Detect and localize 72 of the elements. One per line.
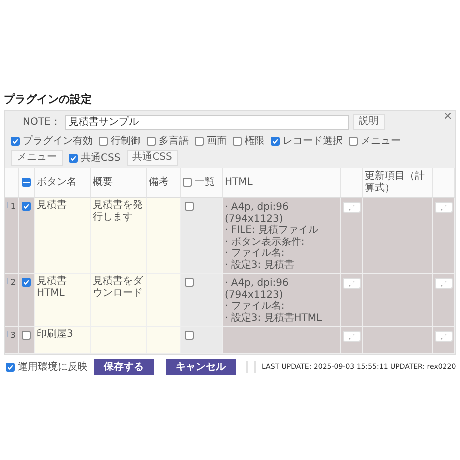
drag-handle-icon[interactable] bbox=[7, 331, 8, 337]
row-checkbox[interactable] bbox=[22, 331, 31, 340]
html-line: · 設定3: 見積書HTML bbox=[225, 312, 324, 324]
checkbox[interactable] bbox=[11, 136, 20, 146]
list-header-checkbox[interactable] bbox=[183, 178, 192, 187]
note-label: NOTE： bbox=[23, 116, 61, 129]
option-label: 共通CSS bbox=[81, 152, 121, 165]
html-line: · FILE: 見積ファイル bbox=[225, 225, 320, 236]
pencil-icon bbox=[348, 204, 354, 210]
html-line: · A4p, dpi:96 (794x1123) bbox=[225, 202, 290, 224]
checkbox[interactable] bbox=[69, 154, 78, 162]
option-label: プラグイン有効 bbox=[23, 134, 93, 148]
list-checkbox[interactable] bbox=[185, 202, 194, 211]
edit-button[interactable] bbox=[342, 331, 360, 342]
html-line: · ファイル名: bbox=[225, 248, 286, 260]
column-header: ボタン名 bbox=[35, 168, 91, 198]
option-label: 画面 bbox=[207, 135, 227, 148]
close-icon[interactable] bbox=[445, 113, 451, 119]
checkbox[interactable] bbox=[271, 136, 280, 146]
pencil-icon bbox=[440, 280, 446, 286]
table-cell: 見積書を発行します bbox=[91, 198, 147, 274]
option-button[interactable]: メニュー bbox=[11, 150, 63, 166]
checkbox[interactable] bbox=[195, 136, 204, 146]
row-number: 3 bbox=[10, 331, 16, 340]
page-title: プラグインの設定 bbox=[4, 92, 92, 107]
column-header: 備考 bbox=[147, 168, 181, 198]
drag-handle-icon[interactable] bbox=[7, 202, 8, 208]
edit-button[interactable] bbox=[342, 202, 360, 213]
edit-button[interactable] bbox=[342, 278, 360, 289]
html-line: · ボタン表示条件: bbox=[225, 236, 306, 248]
save-button[interactable]: 保存する bbox=[94, 359, 154, 375]
column-header: HTML bbox=[223, 168, 341, 198]
checkbox[interactable] bbox=[99, 136, 108, 146]
select-all-checkbox[interactable] bbox=[22, 178, 31, 187]
checkbox[interactable] bbox=[147, 136, 156, 146]
row-number: 1 bbox=[10, 202, 16, 212]
pencil-icon bbox=[440, 204, 446, 210]
html-line: · ファイル名: bbox=[225, 301, 286, 312]
row-number: 2 bbox=[10, 278, 16, 288]
row-checkbox[interactable] bbox=[22, 202, 31, 211]
reflect-label: 運用環境に反映 bbox=[18, 360, 88, 374]
option-label: メニュー bbox=[361, 135, 401, 148]
row-checkbox[interactable] bbox=[22, 278, 31, 287]
list-checkbox[interactable] bbox=[185, 278, 194, 287]
column-header: 概要 bbox=[91, 168, 147, 198]
table-cell: 見積書 bbox=[35, 198, 91, 274]
checkbox[interactable] bbox=[233, 136, 242, 146]
option-label: レコード選択 bbox=[283, 135, 343, 148]
edit-button[interactable] bbox=[434, 331, 452, 342]
option-label: 権限 bbox=[245, 134, 265, 148]
note-field[interactable]: 見積書サンプル bbox=[64, 114, 349, 130]
option-label: 行制御 bbox=[111, 134, 141, 148]
table-cell: 印刷屋3 bbox=[35, 327, 91, 354]
option-label: 多言語 bbox=[159, 134, 189, 148]
edit-button[interactable] bbox=[434, 278, 452, 289]
cancel-button[interactable]: キャンセル bbox=[166, 359, 236, 375]
table-cell: 見積書をダウンロード bbox=[91, 274, 147, 327]
column-header: 一覧 bbox=[195, 176, 215, 188]
table-cell: 見積書HTML bbox=[35, 274, 91, 327]
pencil-icon bbox=[348, 280, 354, 286]
checkbox[interactable] bbox=[349, 136, 358, 146]
list-checkbox[interactable] bbox=[185, 331, 194, 340]
drag-handle-icon[interactable] bbox=[7, 278, 8, 284]
checkbox[interactable] bbox=[6, 362, 15, 372]
edit-button[interactable] bbox=[434, 202, 452, 213]
column-header: 更新項目（計算式） bbox=[363, 168, 433, 198]
pencil-icon bbox=[348, 334, 354, 340]
description-button[interactable]: 説明 bbox=[352, 114, 385, 130]
option-button[interactable]: 共通CSS bbox=[126, 150, 178, 166]
pencil-icon bbox=[440, 334, 446, 340]
html-line: · A4p, dpi:96 (794x1123) bbox=[225, 278, 290, 301]
html-line: · 設定3: 見積書 bbox=[225, 260, 296, 271]
